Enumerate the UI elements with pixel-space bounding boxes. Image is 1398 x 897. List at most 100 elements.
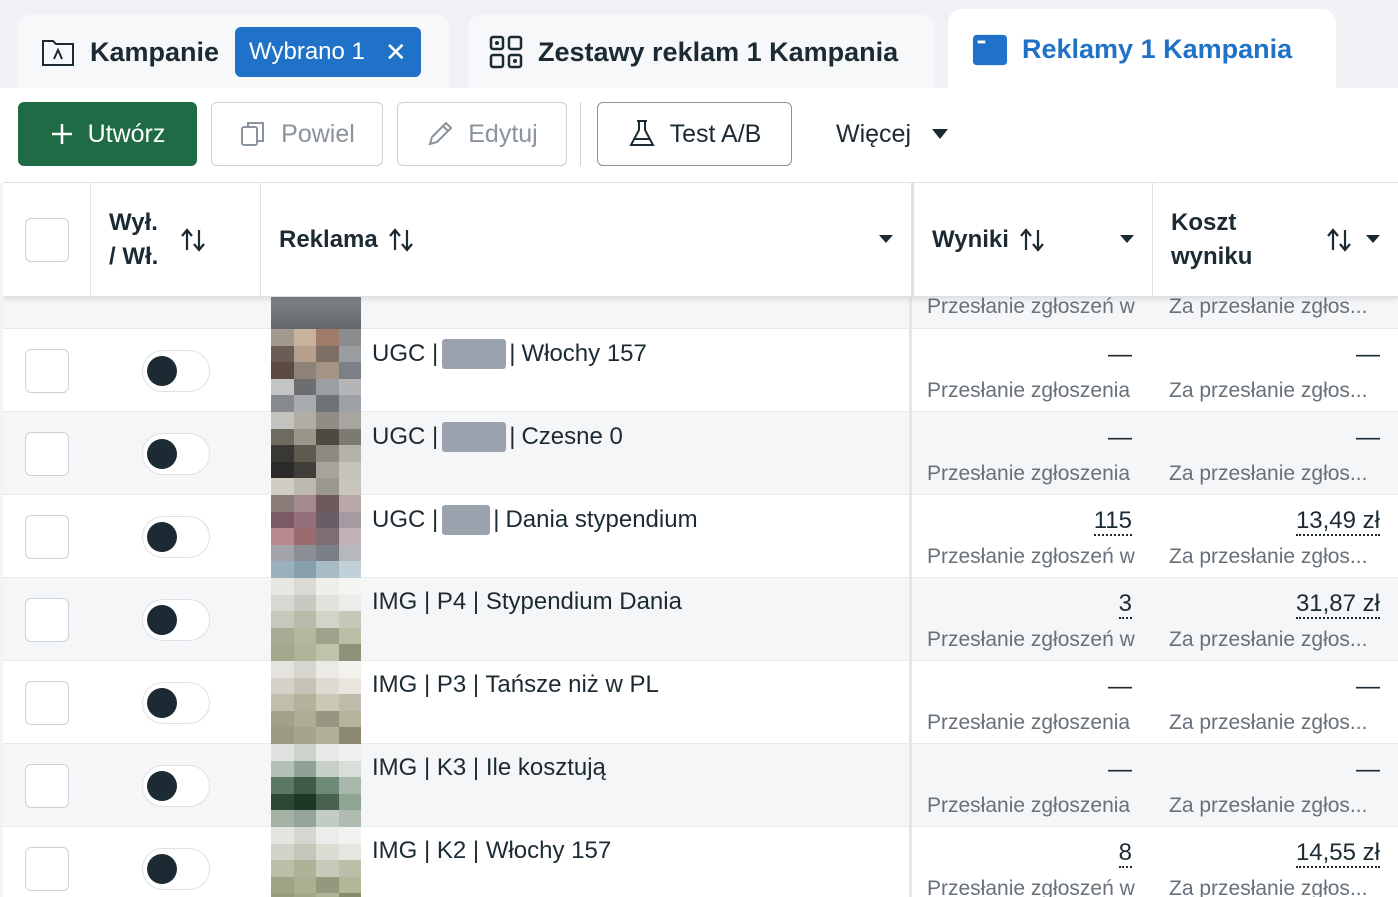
results-value-text: —	[1108, 673, 1132, 700]
row-checkbox[interactable]	[25, 515, 69, 559]
duplicate-button[interactable]: Powiel	[211, 102, 383, 166]
results-value-text: 3	[1118, 590, 1132, 619]
results-value-text: 8	[1118, 839, 1132, 868]
results-subtitle: Przesłanie zgłoszeń w	[927, 877, 1135, 897]
cost-subtitle: Za przesłanie zgłos...	[1169, 295, 1368, 318]
chevron-down-icon[interactable]	[1120, 235, 1134, 243]
create-button[interactable]: Utwórz	[18, 102, 197, 166]
toggle-knob	[147, 688, 177, 718]
ad-toggle[interactable]	[142, 350, 210, 392]
ad-name-label: Włochy 157	[521, 340, 647, 367]
cost-value[interactable]: 31,87 zł	[1295, 590, 1380, 619]
tab-ad-sets[interactable]: Zestawy reklam 1 Kampania	[468, 14, 934, 90]
tab-ads[interactable]: Reklamy 1 Kampania	[948, 9, 1336, 90]
ad-thumbnail	[271, 661, 361, 744]
row-checkbox[interactable]	[25, 764, 69, 808]
toggle-knob	[147, 356, 177, 386]
ad-toggle[interactable]	[142, 516, 210, 558]
header-ad-label: Reklama	[279, 226, 378, 253]
duplicate-button-label: Powiel	[281, 119, 355, 148]
header-select-all	[3, 183, 91, 297]
chevron-down-icon[interactable]	[879, 235, 893, 243]
ad-name[interactable]: UGC | | Czesne 0	[372, 422, 623, 452]
results-value[interactable]: 115	[1093, 507, 1132, 536]
table-header: Wył. / Wł. Reklama Wyniki Koszt wyniku	[3, 182, 1398, 297]
ad-name[interactable]: IMG | K2 | Włochy 157	[372, 837, 611, 865]
results-subtitle: Przesłanie zgłoszeń w	[927, 545, 1135, 568]
results-value[interactable]: 3	[1118, 590, 1132, 619]
flask-icon	[628, 119, 656, 149]
ad-toggle[interactable]	[142, 848, 210, 890]
table-row[interactable]: IMG | P4 | Stypendium Dania 3 Przesłanie z…	[3, 578, 1398, 661]
sort-icon[interactable]	[180, 228, 206, 252]
table-row[interactable]: IMG | K2 | Włochy 157 8 Przesłanie zgłosze…	[3, 827, 1398, 897]
ad-name[interactable]: IMG | P4 | Stypendium Dania	[372, 588, 682, 616]
header-results[interactable]: Wyniki	[911, 183, 1153, 297]
row-checkbox[interactable]	[25, 847, 69, 891]
ad-toggle[interactable]	[142, 765, 210, 807]
column-divider	[909, 661, 912, 744]
ad-name[interactable]: UGC | | Włochy 157	[372, 339, 647, 369]
header-cost[interactable]: Koszt wyniku	[1153, 183, 1398, 297]
results-subtitle: Przesłanie zgłoszenia	[927, 462, 1131, 485]
table-row[interactable]: UGC | | Włochy 157 — Przesłanie zgłoszenia — Z…	[3, 329, 1398, 412]
column-divider	[909, 495, 912, 578]
cost-value-text: —	[1356, 341, 1380, 368]
header-ad[interactable]: Reklama	[261, 183, 911, 297]
results-value[interactable]: 8	[1118, 839, 1132, 868]
ab-test-button[interactable]: Test A/B	[597, 102, 792, 166]
tab-campaigns-label: Kampanie	[90, 36, 220, 67]
close-icon[interactable]: ✕	[385, 39, 407, 65]
ad-toggle[interactable]	[142, 433, 210, 475]
results-subtitle: Przesłanie zgłoszeń w	[927, 628, 1135, 651]
ad-name[interactable]: UGC | | Dania stypendium	[372, 505, 698, 535]
results-value: —	[1108, 341, 1132, 369]
duplicate-icon	[239, 120, 267, 148]
results-subtitle: Przesłanie zgłoszenia	[927, 379, 1131, 402]
sort-icon[interactable]	[1019, 228, 1045, 252]
header-cost-line2: wyniku	[1171, 243, 1253, 270]
chevron-down-icon	[931, 128, 949, 140]
table-row[interactable]: IMG | K3 | Ile kosztują — Przesłanie zgłos…	[3, 744, 1398, 827]
more-dropdown[interactable]: Więcej	[836, 102, 949, 166]
cost-value: —	[1356, 424, 1380, 452]
ad-thumbnail	[271, 744, 361, 827]
table-row[interactable]: IMG | P3 | Tańsze niż w PL — Przesłanie zg…	[3, 661, 1398, 744]
tab-ads-label: Reklamy 1 Kampania	[1022, 34, 1293, 64]
cost-value-text: 13,49 zł	[1295, 507, 1380, 536]
ad-name[interactable]: IMG | K3 | Ile kosztują	[372, 754, 606, 782]
ad-toggle[interactable]	[142, 599, 210, 641]
sort-icon[interactable]	[388, 228, 414, 252]
cost-value: —	[1356, 756, 1380, 784]
results-subtitle: Przesłanie zgłoszeń w	[927, 295, 1135, 318]
selected-chip[interactable]: Wybrano 1 ✕	[235, 27, 421, 77]
header-cost-line1: Koszt	[1171, 209, 1237, 236]
cost-value[interactable]: 14,55 zł	[1295, 839, 1380, 868]
sort-icon[interactable]	[1326, 228, 1352, 252]
ad-thumbnail	[271, 329, 361, 412]
ad-name[interactable]: IMG | P3 | Tańsze niż w PL	[372, 671, 659, 699]
ad-toggle[interactable]	[142, 682, 210, 724]
header-results-label: Wyniki	[932, 226, 1009, 253]
table-row[interactable]: UGC | | Dania stypendium 115 Przesłanie zgło…	[3, 495, 1398, 578]
ad-name-label: Czesne 0	[521, 423, 623, 450]
ad-name-label: Dania stypendium	[505, 506, 698, 533]
row-checkbox[interactable]	[25, 681, 69, 725]
ad-thumbnail	[271, 412, 361, 495]
cost-subtitle: Za przesłanie zgłos...	[1169, 628, 1368, 651]
header-toggle-line1: Wył.	[109, 209, 158, 236]
toggle-knob	[147, 605, 177, 635]
cost-value[interactable]: 13,49 zł	[1295, 507, 1380, 536]
cost-value-text: 14,55 zł	[1295, 839, 1380, 868]
row-checkbox[interactable]	[25, 349, 69, 393]
row-checkbox[interactable]	[25, 432, 69, 476]
select-all-checkbox[interactable]	[24, 218, 69, 262]
row-checkbox[interactable]	[25, 598, 69, 642]
table-row[interactable]: UGC | | Czesne 0 — Przesłanie zgłoszenia — Za …	[3, 412, 1398, 495]
edit-button[interactable]: Edytuj	[397, 102, 567, 166]
tab-campaigns[interactable]: Kampanie Wybrano 1 ✕	[18, 14, 450, 90]
chevron-down-icon[interactable]	[1366, 235, 1380, 243]
pencil-icon	[426, 120, 454, 148]
results-value-text: —	[1108, 756, 1132, 783]
header-toggle[interactable]: Wył. / Wł.	[91, 183, 261, 297]
